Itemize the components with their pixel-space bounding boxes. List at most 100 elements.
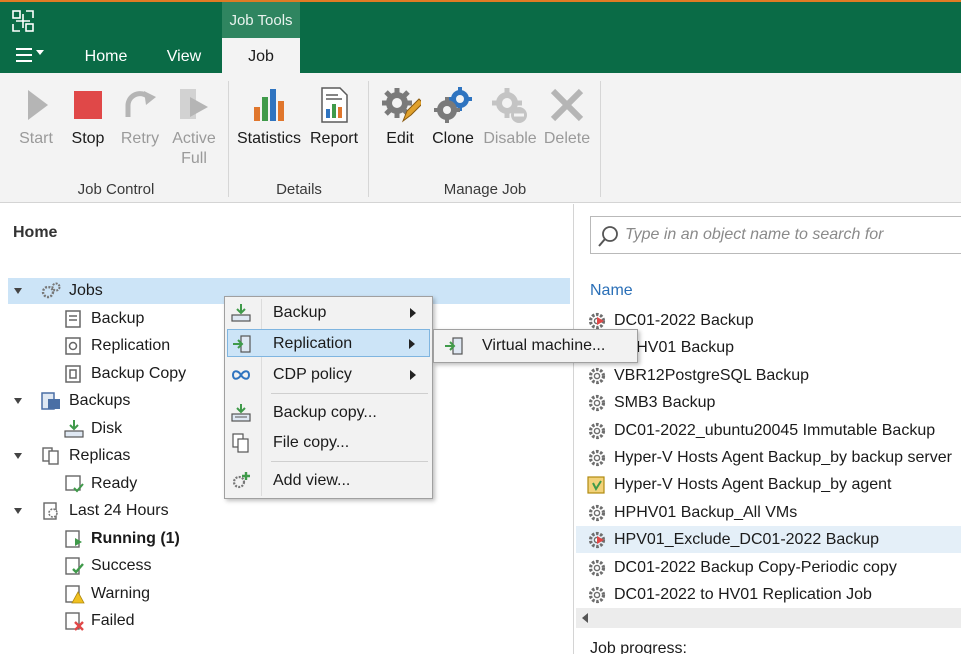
gear-icon: [588, 395, 606, 412]
tab-job[interactable]: Job: [222, 38, 300, 73]
retry-label: Retry: [120, 130, 160, 147]
retry-button[interactable]: Retry: [118, 85, 162, 149]
tree-label: Warning: [91, 585, 150, 602]
menu-item-backup-copy[interactable]: Backup copy...: [227, 399, 430, 427]
job-row[interactable]: SMB3 Backup: [576, 389, 961, 416]
statistics-button[interactable]: Statistics: [236, 85, 302, 149]
cdp-infinity-icon: [231, 370, 251, 380]
horizontal-scrollbar[interactable]: [576, 608, 961, 628]
clone-button[interactable]: Clone: [428, 85, 478, 149]
delete-button[interactable]: Delete: [542, 85, 592, 149]
job-row[interactable]: HPHV01 Backup_All VMs: [576, 499, 961, 526]
start-play-icon: [28, 90, 48, 120]
group-label-details: Details: [276, 181, 322, 198]
expand-arrow-icon[interactable]: [14, 288, 22, 294]
tree-item-backups[interactable]: Backups: [8, 388, 228, 414]
menu-separator: [271, 393, 428, 394]
tree-label: Disk: [91, 420, 123, 437]
last-24-hours-icon: [43, 502, 58, 520]
job-row[interactable]: DC01-2022 to HV01 Replication Job: [576, 581, 961, 608]
expand-arrow-icon[interactable]: [14, 508, 22, 514]
job-row[interactable]: HPV01_Exclude_DC01-2022 Backup: [576, 526, 961, 554]
search-box[interactable]: [590, 216, 961, 254]
tree-item-backup[interactable]: Backup: [8, 306, 208, 332]
ribbon-separator: [368, 81, 369, 197]
menu-item-backup[interactable]: Backup: [227, 299, 430, 327]
report-button[interactable]: Report: [306, 85, 362, 149]
caret-down-icon: [36, 50, 44, 55]
expand-arrow-icon[interactable]: [14, 398, 22, 404]
backup-copy-icon: [231, 404, 251, 422]
menu-item-label: CDP policy: [273, 366, 352, 383]
menu-item-label: Replication: [273, 335, 353, 352]
nav-title: Home: [13, 224, 58, 241]
tab-home[interactable]: Home: [70, 38, 142, 73]
job-progress-label: Job progress:: [590, 640, 687, 654]
active-full-icon: [180, 89, 208, 119]
menu-item-label: Backup: [273, 304, 327, 321]
tree-item-failed[interactable]: Failed: [8, 608, 208, 634]
statistics-chart-icon: [254, 89, 284, 121]
warning-icon: [65, 585, 85, 604]
job-list-pane: Name DC01-2022 BackupHPHV01 BackupVBR12P…: [574, 204, 961, 654]
gear-icon: [588, 367, 606, 384]
gears-icon: [41, 282, 61, 299]
active-full-button[interactable]: Active Full: [168, 85, 220, 169]
tree-label: Failed: [91, 612, 135, 629]
tree-label: Backup Copy: [91, 365, 187, 382]
expand-arrow-icon[interactable]: [14, 453, 22, 459]
stop-button[interactable]: Stop: [66, 85, 110, 149]
active-full-label-2: Full: [181, 150, 207, 167]
menu-item-file-copy[interactable]: File copy...: [227, 429, 430, 457]
tree-label: Backups: [69, 392, 131, 409]
start-button[interactable]: Start: [14, 85, 58, 149]
main-menu-button[interactable]: [12, 44, 52, 68]
tree-label: Replicas: [69, 447, 131, 464]
tree-item-running[interactable]: Running (1): [8, 526, 228, 552]
search-input[interactable]: [625, 223, 955, 247]
tree-label: Last 24 Hours: [69, 502, 169, 519]
replication-icon: [233, 335, 251, 353]
job-row[interactable]: DC01-2022_ubuntu20045 Immutable Backup: [576, 417, 961, 444]
failed-icon: [65, 612, 84, 631]
tree-item-backup-copy[interactable]: Backup Copy: [8, 361, 228, 387]
job-row[interactable]: Hyper-V Hosts Agent Backup_by agent: [576, 471, 961, 498]
tree-item-replication[interactable]: Replication: [8, 333, 208, 359]
success-icon: [65, 557, 84, 575]
tree-item-replicas[interactable]: Replicas: [8, 443, 228, 469]
replicas-icon: [42, 447, 59, 465]
tree-item-warning[interactable]: Warning: [8, 581, 208, 607]
menu-item-add-view[interactable]: Add view...: [227, 467, 430, 495]
group-label-job-control: Job Control: [77, 181, 155, 198]
edit-button[interactable]: Edit: [378, 85, 422, 149]
tree-item-success[interactable]: Success: [8, 553, 208, 579]
tree-label: Success: [91, 557, 152, 574]
column-header-name[interactable]: Name: [590, 282, 633, 300]
report-document-icon: [321, 87, 348, 123]
backup-job-icon: [65, 310, 81, 328]
tree-item-last-24-hours[interactable]: Last 24 Hours: [8, 498, 228, 524]
stop-square-icon: [74, 91, 102, 119]
disk-icon: [64, 420, 84, 438]
edit-label: Edit: [386, 130, 414, 147]
menu-item-virtual-machine[interactable]: Virtual machine...: [436, 332, 635, 360]
gear-icon: [588, 559, 606, 576]
tab-view[interactable]: View: [152, 38, 216, 73]
job-name: SMB3 Backup: [614, 394, 716, 412]
job-row[interactable]: Hyper-V Hosts Agent Backup_by backup ser…: [576, 444, 961, 471]
job-name: Hyper-V Hosts Agent Backup_by backup ser…: [614, 449, 952, 466]
start-label: Start: [19, 130, 53, 147]
tree-item-ready[interactable]: Ready: [8, 471, 208, 497]
scroll-left-arrow-icon[interactable]: [582, 613, 588, 623]
job-row[interactable]: VBR12PostgreSQL Backup: [576, 362, 961, 389]
replication-job-icon: [65, 337, 81, 355]
job-name: HPHV01 Backup_All VMs: [614, 503, 798, 521]
ribbon: Start Stop Retry Active Full Job Control…: [0, 73, 961, 203]
disable-button[interactable]: Disable: [482, 85, 538, 149]
menu-item-replication[interactable]: Replication: [227, 329, 430, 357]
menu-item-cdp-policy[interactable]: CDP policy: [227, 361, 430, 389]
job-row[interactable]: DC01-2022 Backup Copy-Periodic copy: [576, 554, 961, 581]
submenu-arrow-icon: [410, 308, 416, 318]
tree-item-disk[interactable]: Disk: [8, 416, 208, 442]
job-name: HPV01_Exclude_DC01-2022 Backup: [614, 531, 880, 549]
